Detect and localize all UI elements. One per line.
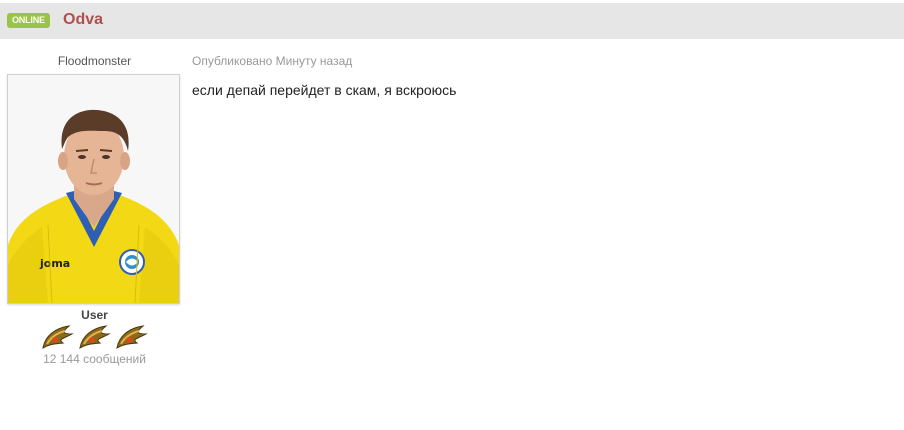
user-group: User bbox=[81, 308, 108, 322]
forum-post: ONLINE Odva Floodmonster joma User 12 14… bbox=[0, 0, 904, 430]
post-header: ONLINE Odva bbox=[0, 3, 904, 39]
user-title: Floodmonster bbox=[57, 54, 132, 68]
svg-text:joma: joma bbox=[39, 257, 70, 270]
user-info-panel: Floodmonster joma User 12 144 сообщений bbox=[7, 52, 182, 366]
post-body: если депай перейдет в скам, я вскроюсь bbox=[192, 82, 457, 98]
online-status-badge: ONLINE bbox=[7, 13, 50, 28]
rank-wing-icon bbox=[113, 322, 150, 352]
rank-icons bbox=[7, 322, 182, 352]
rank-wing-icon bbox=[76, 322, 113, 352]
post-count: 12 144 сообщений bbox=[43, 352, 146, 366]
avatar-photo: joma bbox=[8, 75, 179, 303]
post-timestamp: Опубликовано Минуту назад bbox=[192, 54, 353, 68]
author-name-link[interactable]: Odva bbox=[63, 11, 103, 29]
avatar[interactable]: joma bbox=[7, 74, 180, 304]
rank-wing-icon bbox=[39, 322, 76, 352]
